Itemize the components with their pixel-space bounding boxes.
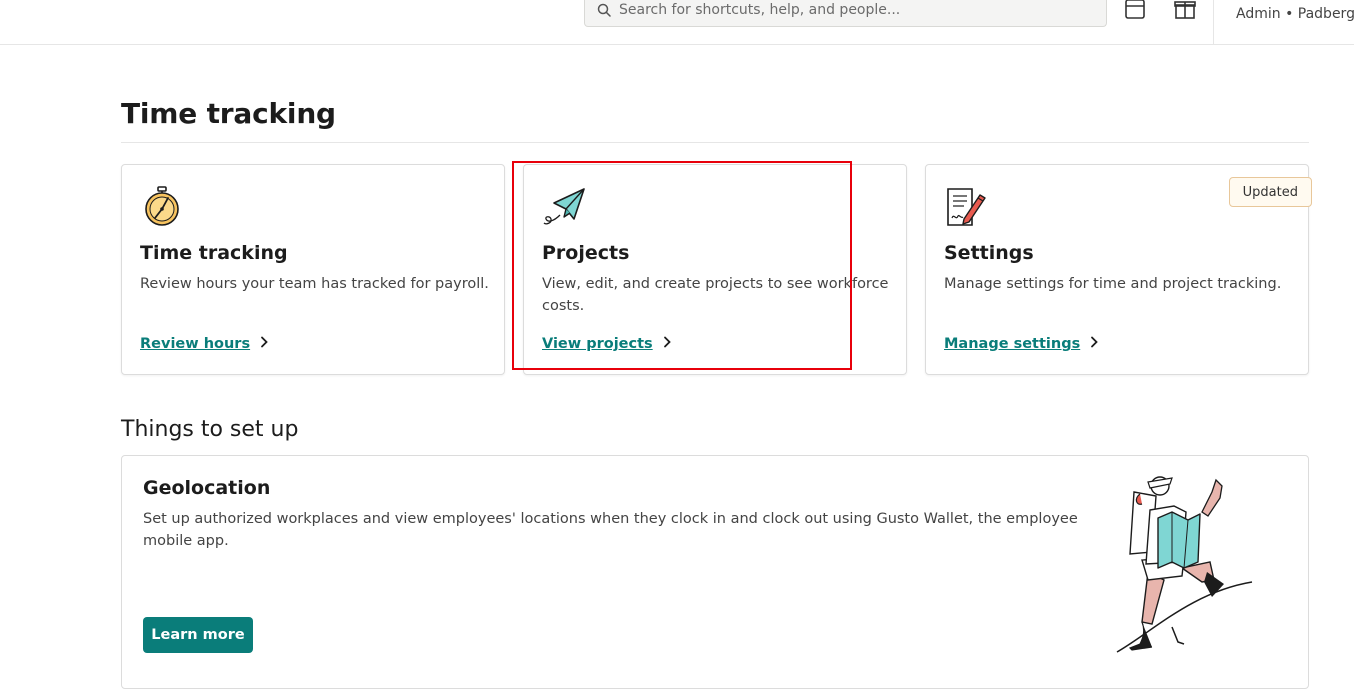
chevron-right-icon (1090, 336, 1098, 352)
stopwatch-icon (140, 185, 184, 229)
title-divider (121, 142, 1309, 143)
view-projects-link[interactable]: View projects (542, 336, 671, 352)
card-time-tracking: Time tracking Review hours your team has… (121, 164, 505, 375)
link-label: Review hours (140, 336, 251, 352)
card-settings: Updated Settings Manage settings for tim… (925, 164, 1312, 375)
search-bar[interactable] (584, 0, 1107, 27)
gift-icon[interactable] (1172, 0, 1198, 22)
link-label: View projects (542, 336, 653, 352)
page-title: Time tracking (121, 97, 336, 130)
link-label: Manage settings (944, 336, 1081, 352)
search-icon (597, 3, 611, 17)
search-input[interactable] (619, 2, 1079, 18)
document-pen-icon (944, 185, 988, 229)
updated-badge: Updated (1228, 177, 1312, 207)
card-description: Review hours your team has tracked for p… (140, 276, 489, 292)
calendar-icon[interactable] (1122, 0, 1148, 22)
card-title: Projects (542, 242, 630, 264)
card-projects: Projects View, edit, and create projects… (523, 164, 907, 375)
account-menu[interactable]: Admin • Padberg (1236, 6, 1354, 22)
setup-item-title: Geolocation (143, 477, 271, 499)
section-title: Things to set up (121, 417, 299, 442)
chevron-right-icon (260, 336, 268, 352)
setup-item-description: Set up authorized workplaces and view em… (143, 511, 1078, 549)
review-hours-link[interactable]: Review hours (140, 336, 268, 352)
manage-settings-link[interactable]: Manage settings (944, 336, 1098, 352)
top-bar: Admin • Padberg (0, 0, 1354, 45)
card-description: View, edit, and create projects to see w… (542, 276, 889, 314)
card-title: Settings (944, 242, 1034, 264)
card-title: Time tracking (140, 242, 288, 264)
learn-more-button[interactable]: Learn more (143, 617, 253, 653)
paper-plane-icon (542, 185, 586, 229)
hiker-with-map-illustration (1112, 472, 1262, 657)
topbar-divider (1213, 0, 1214, 44)
card-description: Manage settings for time and project tra… (944, 276, 1282, 292)
chevron-right-icon (663, 336, 671, 352)
geolocation-card: Geolocation Set up authorized workplaces… (121, 455, 1309, 689)
